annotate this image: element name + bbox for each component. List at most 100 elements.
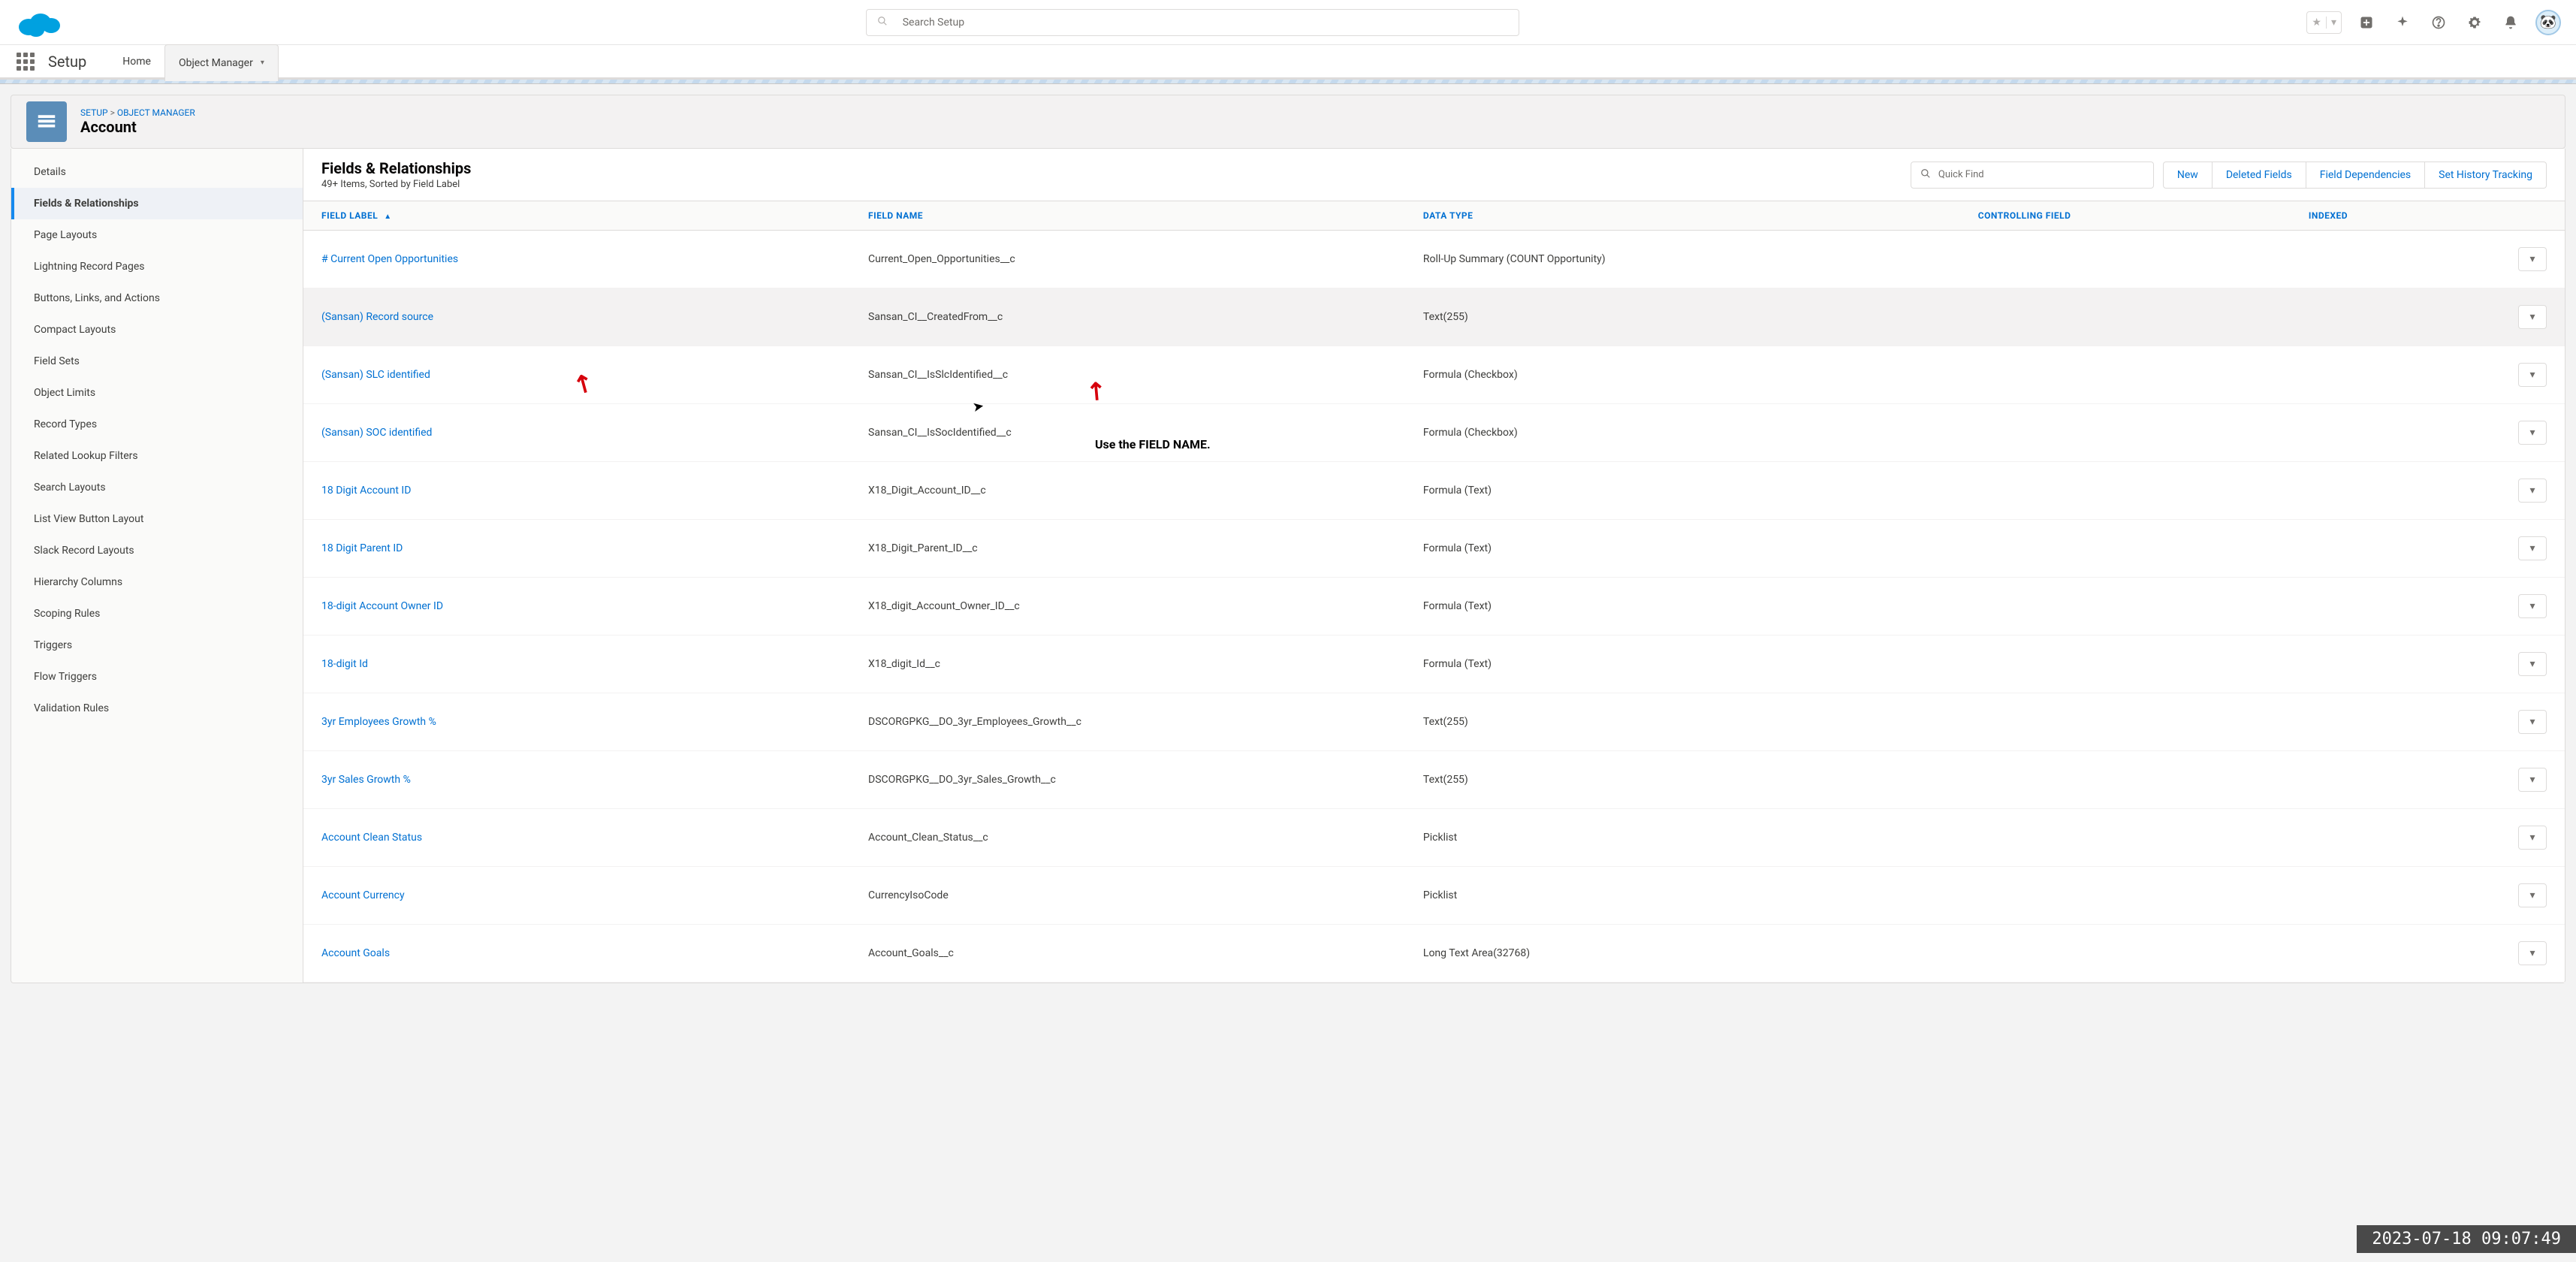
row-actions-button[interactable]: ▾ bbox=[2518, 826, 2547, 850]
sidebar-item[interactable]: List View Button Layout bbox=[11, 503, 303, 535]
sidebar-item[interactable]: Page Layouts bbox=[11, 219, 303, 251]
row-actions-button[interactable]: ▾ bbox=[2518, 710, 2547, 734]
sidebar: DetailsFields & RelationshipsPage Layout… bbox=[11, 149, 303, 983]
col-data-type[interactable]: DATA TYPE bbox=[1405, 201, 1960, 231]
set-history-tracking-button[interactable]: Set History Tracking bbox=[2425, 162, 2547, 189]
row-actions-button[interactable]: ▾ bbox=[2518, 594, 2547, 618]
field-label-link[interactable]: 18 Digit Account ID bbox=[321, 485, 411, 497]
page-header: SETUP > OBJECT MANAGER Account bbox=[11, 95, 2565, 149]
data-type-cell: Formula (Checkbox) bbox=[1405, 404, 1960, 462]
tab-home[interactable]: Home bbox=[109, 44, 164, 79]
controlling-field-cell bbox=[1960, 462, 2291, 520]
sidebar-item[interactable]: Record Types bbox=[11, 409, 303, 440]
field-label-link[interactable]: Account Currency bbox=[321, 889, 405, 901]
table-row: 3yr Sales Growth % DSCORGPKG__DO_3yr_Sale… bbox=[303, 751, 2565, 809]
table-row: 18 Digit Account ID X18_Digit_Account_ID_… bbox=[303, 462, 2565, 520]
row-actions-button[interactable]: ▾ bbox=[2518, 247, 2547, 271]
sidebar-item[interactable]: Object Limits bbox=[11, 377, 303, 409]
data-type-cell: Formula (Text) bbox=[1405, 578, 1960, 636]
data-type-cell: Picklist bbox=[1405, 867, 1960, 925]
gear-icon[interactable] bbox=[2463, 11, 2486, 34]
deleted-fields-button[interactable]: Deleted Fields bbox=[2213, 162, 2306, 189]
new-button[interactable]: New bbox=[2163, 162, 2213, 189]
breadcrumb-object-manager[interactable]: OBJECT MANAGER bbox=[117, 107, 195, 118]
table-row: 18 Digit Parent ID X18_Digit_Parent_ID__c… bbox=[303, 520, 2565, 578]
data-type-cell: Formula (Text) bbox=[1405, 636, 1960, 693]
col-controlling-field[interactable]: CONTROLLING FIELD bbox=[1960, 201, 2291, 231]
col-indexed[interactable]: INDEXED bbox=[2291, 201, 2495, 231]
indexed-cell bbox=[2291, 751, 2495, 809]
sidebar-item[interactable]: Flow Triggers bbox=[11, 661, 303, 693]
field-label-link[interactable]: (Sansan) SLC identified bbox=[321, 369, 430, 381]
controlling-field-cell bbox=[1960, 809, 2291, 867]
data-type-cell: Text(255) bbox=[1405, 693, 1960, 751]
indexed-cell bbox=[2291, 867, 2495, 925]
sidebar-item[interactable]: Compact Layouts bbox=[11, 314, 303, 346]
global-search-input[interactable]: Search Setup bbox=[866, 9, 1519, 36]
field-label-link[interactable]: # Current Open Opportunities bbox=[321, 253, 458, 265]
data-type-cell: Formula (Text) bbox=[1405, 520, 1960, 578]
tab-object-manager[interactable]: Object Manager ▾ bbox=[164, 44, 279, 81]
row-actions-button[interactable]: ▾ bbox=[2518, 941, 2547, 965]
assistant-icon[interactable] bbox=[2391, 11, 2414, 34]
row-actions-button[interactable]: ▾ bbox=[2518, 479, 2547, 503]
row-actions-button[interactable]: ▾ bbox=[2518, 768, 2547, 792]
field-label-link[interactable]: 18 Digit Parent ID bbox=[321, 542, 403, 554]
row-actions-button[interactable]: ▾ bbox=[2518, 421, 2547, 445]
row-actions-button[interactable]: ▾ bbox=[2518, 363, 2547, 387]
field-label-link[interactable]: (Sansan) Record source bbox=[321, 311, 433, 323]
help-icon[interactable] bbox=[2427, 11, 2450, 34]
field-label-link[interactable]: (Sansan) SOC identified bbox=[321, 427, 432, 439]
indexed-cell bbox=[2291, 520, 2495, 578]
row-actions-button[interactable]: ▾ bbox=[2518, 536, 2547, 560]
tab-label: Object Manager bbox=[179, 57, 253, 69]
sidebar-item[interactable]: Buttons, Links, and Actions bbox=[11, 282, 303, 314]
sidebar-item[interactable]: Related Lookup Filters bbox=[11, 440, 303, 472]
data-type-cell: Formula (Checkbox) bbox=[1405, 346, 1960, 404]
field-label-link[interactable]: 3yr Employees Growth % bbox=[321, 716, 436, 728]
breadcrumb: SETUP > OBJECT MANAGER bbox=[80, 107, 195, 118]
quick-find-input[interactable]: Quick Find bbox=[1911, 162, 2154, 189]
favorites-button[interactable]: ★▾ bbox=[2306, 11, 2342, 34]
field-name-cell: Sansan_CI__IsSlcIdentified__c bbox=[850, 346, 1405, 404]
field-dependencies-button[interactable]: Field Dependencies bbox=[2306, 162, 2425, 189]
field-label-link[interactable]: 3yr Sales Growth % bbox=[321, 774, 411, 786]
bell-icon[interactable] bbox=[2499, 11, 2522, 34]
table-row: 3yr Employees Growth %DSCORGPKG__DO_3yr_… bbox=[303, 693, 2565, 751]
col-field-name[interactable]: FIELD NAME bbox=[850, 201, 1405, 231]
row-actions-button[interactable]: ▾ bbox=[2518, 305, 2547, 329]
col-field-label[interactable]: FIELD LABEL▲ bbox=[303, 201, 850, 231]
avatar[interactable]: 🐼 bbox=[2535, 10, 2561, 35]
sidebar-item[interactable]: Hierarchy Columns bbox=[11, 566, 303, 598]
field-name-cell: X18_Digit_Account_ID__c bbox=[850, 462, 1405, 520]
controlling-field-cell bbox=[1960, 751, 2291, 809]
controlling-field-cell bbox=[1960, 288, 2291, 346]
sidebar-item[interactable]: Slack Record Layouts bbox=[11, 535, 303, 566]
add-icon[interactable] bbox=[2355, 11, 2378, 34]
field-label-link[interactable]: 18-digit Account Owner ID bbox=[321, 600, 443, 612]
field-label-link[interactable]: 18-digit Id bbox=[321, 658, 368, 670]
sidebar-item[interactable]: Validation Rules bbox=[11, 693, 303, 724]
field-label-link[interactable]: Account Goals bbox=[321, 947, 390, 959]
sidebar-item[interactable]: Details bbox=[11, 156, 303, 188]
table-row: (Sansan) SLC identified Sansan_CI__IsSlcI… bbox=[303, 346, 2565, 404]
row-actions-button[interactable]: ▾ bbox=[2518, 883, 2547, 907]
sidebar-item[interactable]: Lightning Record Pages bbox=[11, 251, 303, 282]
sidebar-item[interactable]: Search Layouts bbox=[11, 472, 303, 503]
data-type-cell: Text(255) bbox=[1405, 288, 1960, 346]
row-actions-button[interactable]: ▾ bbox=[2518, 652, 2547, 676]
sidebar-item[interactable]: Triggers bbox=[11, 629, 303, 661]
field-name-cell: Sansan_CI__CreatedFrom__c bbox=[850, 288, 1405, 346]
search-placeholder: Search Setup bbox=[903, 17, 964, 29]
decorative-stripe bbox=[0, 80, 2576, 84]
app-launcher-icon[interactable] bbox=[14, 50, 38, 74]
sidebar-item[interactable]: Scoping Rules bbox=[11, 598, 303, 629]
page-title: Account bbox=[80, 118, 195, 136]
field-name-cell: X18_Digit_Parent_ID__c bbox=[850, 520, 1405, 578]
sidebar-item[interactable]: Field Sets bbox=[11, 346, 303, 377]
controlling-field-cell bbox=[1960, 867, 2291, 925]
breadcrumb-setup[interactable]: SETUP bbox=[80, 107, 108, 118]
field-name-cell: DSCORGPKG__DO_3yr_Sales_Growth__c bbox=[850, 751, 1405, 809]
sidebar-item[interactable]: Fields & Relationships bbox=[11, 188, 303, 219]
field-label-link[interactable]: Account Clean Status bbox=[321, 832, 422, 844]
